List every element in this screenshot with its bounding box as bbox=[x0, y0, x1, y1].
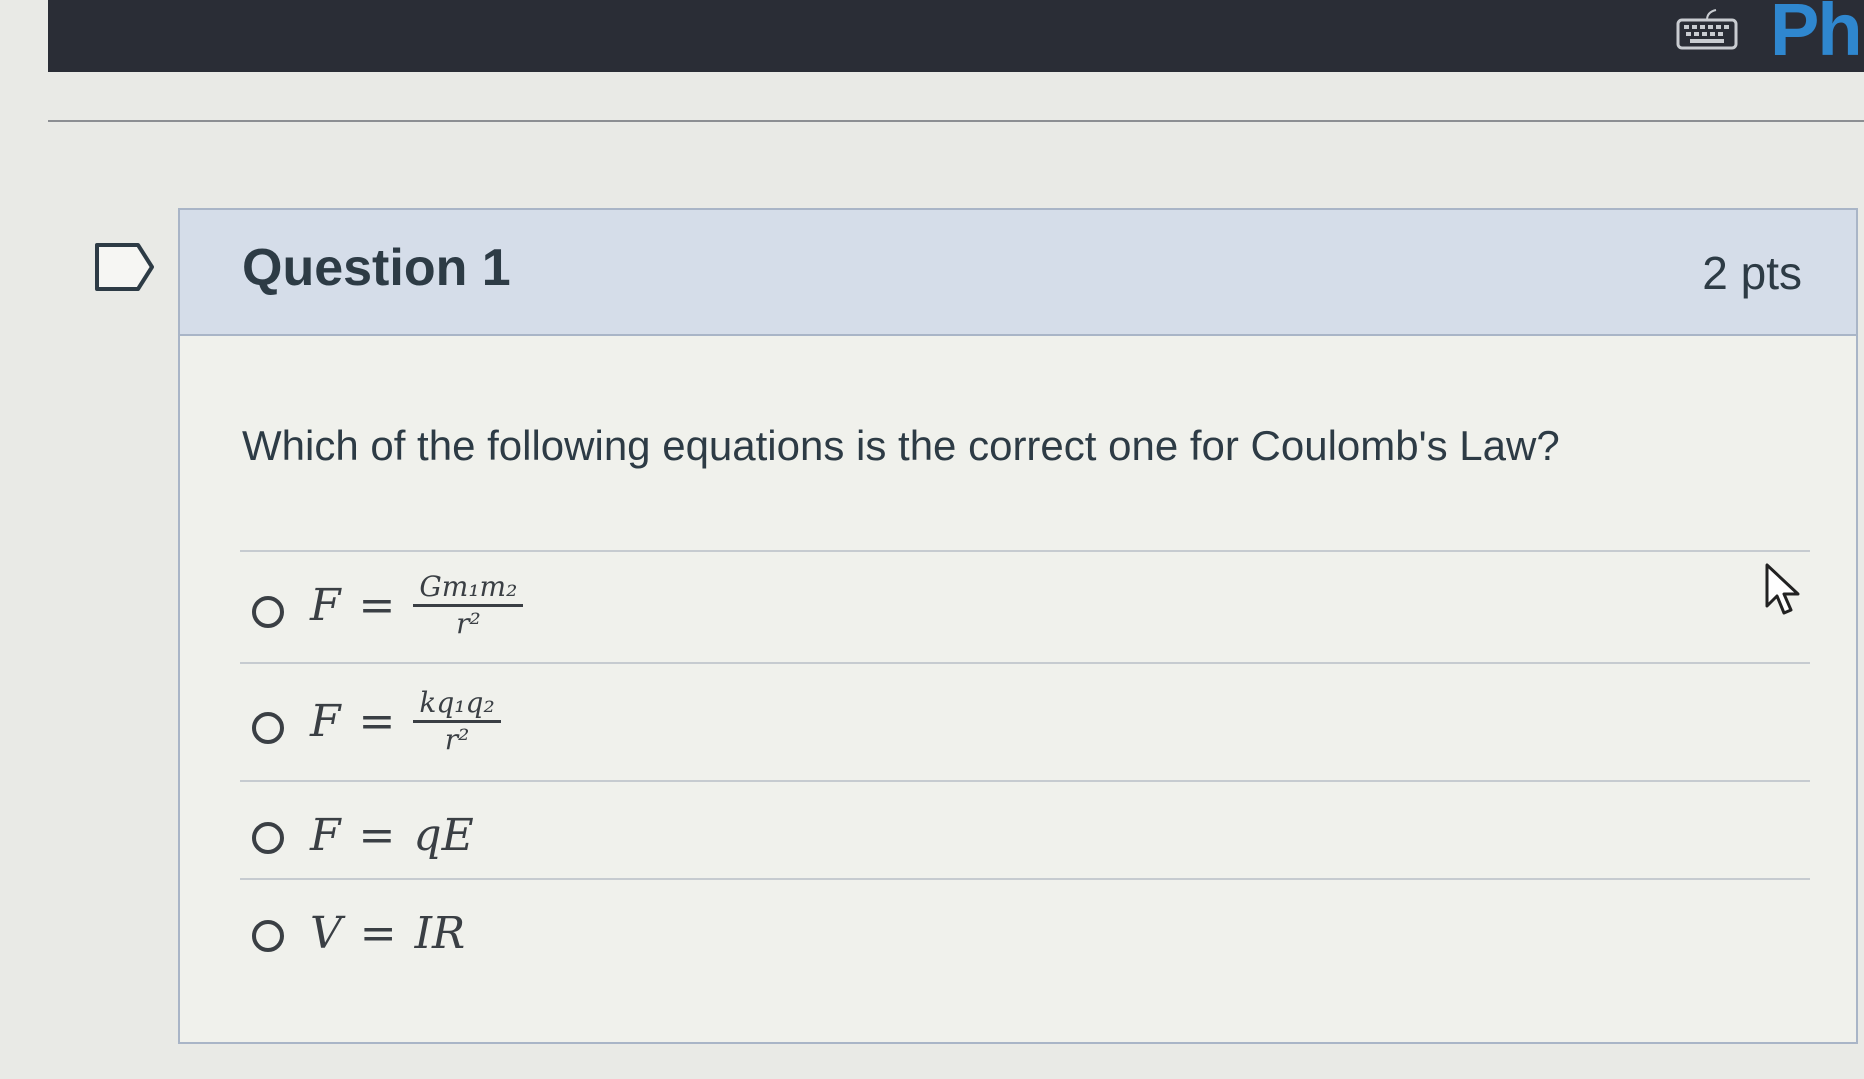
radio-button[interactable] bbox=[252, 596, 284, 628]
question-card: Question 1 2 pts Which of the following … bbox=[178, 208, 1858, 1044]
equation-lhs: V bbox=[310, 908, 342, 959]
equation-rhs: qE bbox=[413, 810, 474, 861]
divider bbox=[48, 120, 1864, 122]
equation-lhs: F bbox=[310, 696, 341, 747]
answer-equation: F = qE bbox=[310, 810, 474, 861]
flag-icon[interactable] bbox=[94, 242, 156, 292]
equals-sign: = bbox=[359, 908, 397, 959]
fraction: kq₁q₂ r² bbox=[413, 688, 501, 756]
question-header: Question 1 2 pts bbox=[180, 210, 1856, 336]
answer-option-3[interactable]: F = qE bbox=[240, 780, 1810, 878]
question-prompt: Which of the following equations is the … bbox=[242, 422, 1560, 469]
radio-button[interactable] bbox=[252, 920, 284, 952]
fraction-numerator: Gm₁m₂ bbox=[413, 572, 524, 607]
answer-option-4[interactable]: V = IR bbox=[240, 878, 1810, 976]
equation-lhs: F bbox=[310, 580, 341, 631]
mouse-cursor-icon bbox=[1765, 563, 1800, 615]
radio-button[interactable] bbox=[252, 822, 284, 854]
fraction-denominator: r² bbox=[456, 607, 481, 640]
answer-equation: F = Gm₁m₂ r² bbox=[310, 572, 524, 640]
fraction-denominator: r² bbox=[444, 723, 470, 756]
equation-lhs: F bbox=[310, 810, 341, 861]
answer-equation: F = kq₁q₂ r² bbox=[310, 688, 501, 755]
brand-logo: PhE bbox=[1770, 0, 1864, 71]
equation-rhs: IR bbox=[414, 908, 466, 959]
answer-list: F = Gm₁m₂ r² F = kq₁q₂ r² F = qE V = IR bbox=[240, 550, 1810, 976]
answer-equation: V = IR bbox=[310, 908, 465, 959]
question-points: 2 pts bbox=[1702, 247, 1802, 299]
radio-button[interactable] bbox=[252, 712, 284, 744]
fraction-numerator: kq₁q₂ bbox=[413, 688, 501, 723]
fraction: Gm₁m₂ r² bbox=[413, 572, 524, 640]
answer-option-1[interactable]: F = Gm₁m₂ r² bbox=[240, 550, 1810, 662]
top-bar: PhE bbox=[48, 0, 1864, 72]
keyboard-icon[interactable] bbox=[1676, 8, 1738, 50]
equals-sign: = bbox=[358, 696, 396, 747]
equals-sign: = bbox=[358, 580, 396, 631]
equals-sign: = bbox=[358, 810, 396, 861]
question-title: Question 1 bbox=[242, 239, 511, 297]
answer-option-2[interactable]: F = kq₁q₂ r² bbox=[240, 662, 1810, 780]
